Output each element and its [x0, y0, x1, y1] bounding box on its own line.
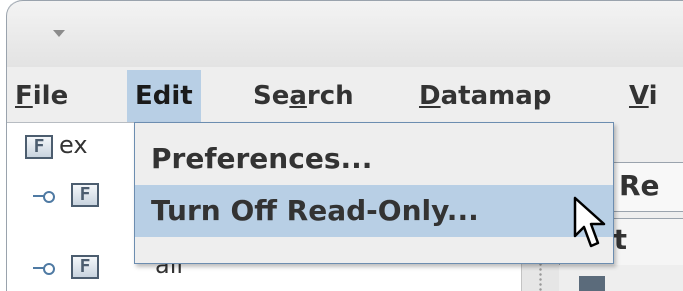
- menu-search[interactable]: Search: [245, 70, 362, 122]
- title-bar: [7, 0, 683, 67]
- menu-label-pre: Edit: [135, 81, 193, 111]
- menu-mnemonic: D: [419, 81, 441, 111]
- menu-file[interactable]: File: [7, 70, 76, 122]
- application-window: File Edit Search Datamap Vi F ex F F all…: [6, 0, 683, 291]
- menu-label-pre: Se: [253, 81, 290, 111]
- tree-handle-icon[interactable]: [33, 191, 55, 203]
- right-panel-field-text: Re: [619, 169, 660, 202]
- menu-edit[interactable]: Edit: [127, 70, 201, 122]
- tree-handle-icon[interactable]: [33, 263, 55, 275]
- tree-row-label: ex: [59, 131, 88, 159]
- mouse-cursor-icon: [573, 196, 606, 248]
- menu-label-post: i: [648, 81, 658, 111]
- menu-mnemonic: a: [289, 81, 307, 111]
- menu-bar: File Edit Search Datamap Vi: [7, 70, 683, 122]
- window-menu-arrow-icon[interactable]: [53, 30, 65, 37]
- menu-item-turn-off-read-only[interactable]: Turn Off Read-Only...: [135, 185, 613, 237]
- menu-mnemonic: V: [629, 81, 649, 111]
- menu-mnemonic: F: [15, 81, 33, 111]
- right-panel-row-icon: [579, 276, 605, 291]
- folder-icon-glyph: F: [79, 256, 91, 277]
- menu-label-post: ile: [32, 81, 69, 111]
- menu-view[interactable]: Vi: [621, 70, 666, 122]
- edit-menu-dropdown: Preferences... Turn Off Read-Only...: [134, 122, 614, 264]
- menu-item-preferences[interactable]: Preferences...: [135, 133, 613, 185]
- folder-icon-glyph: F: [33, 136, 45, 157]
- folder-f-icon: F: [25, 135, 53, 159]
- folder-f-icon: F: [71, 255, 99, 279]
- folder-f-icon: F: [71, 183, 99, 207]
- menu-label-post: rch: [306, 81, 354, 111]
- menu-label-post: atamap: [440, 81, 552, 111]
- menu-datamap[interactable]: Datamap: [411, 70, 559, 122]
- folder-icon-glyph: F: [79, 184, 91, 205]
